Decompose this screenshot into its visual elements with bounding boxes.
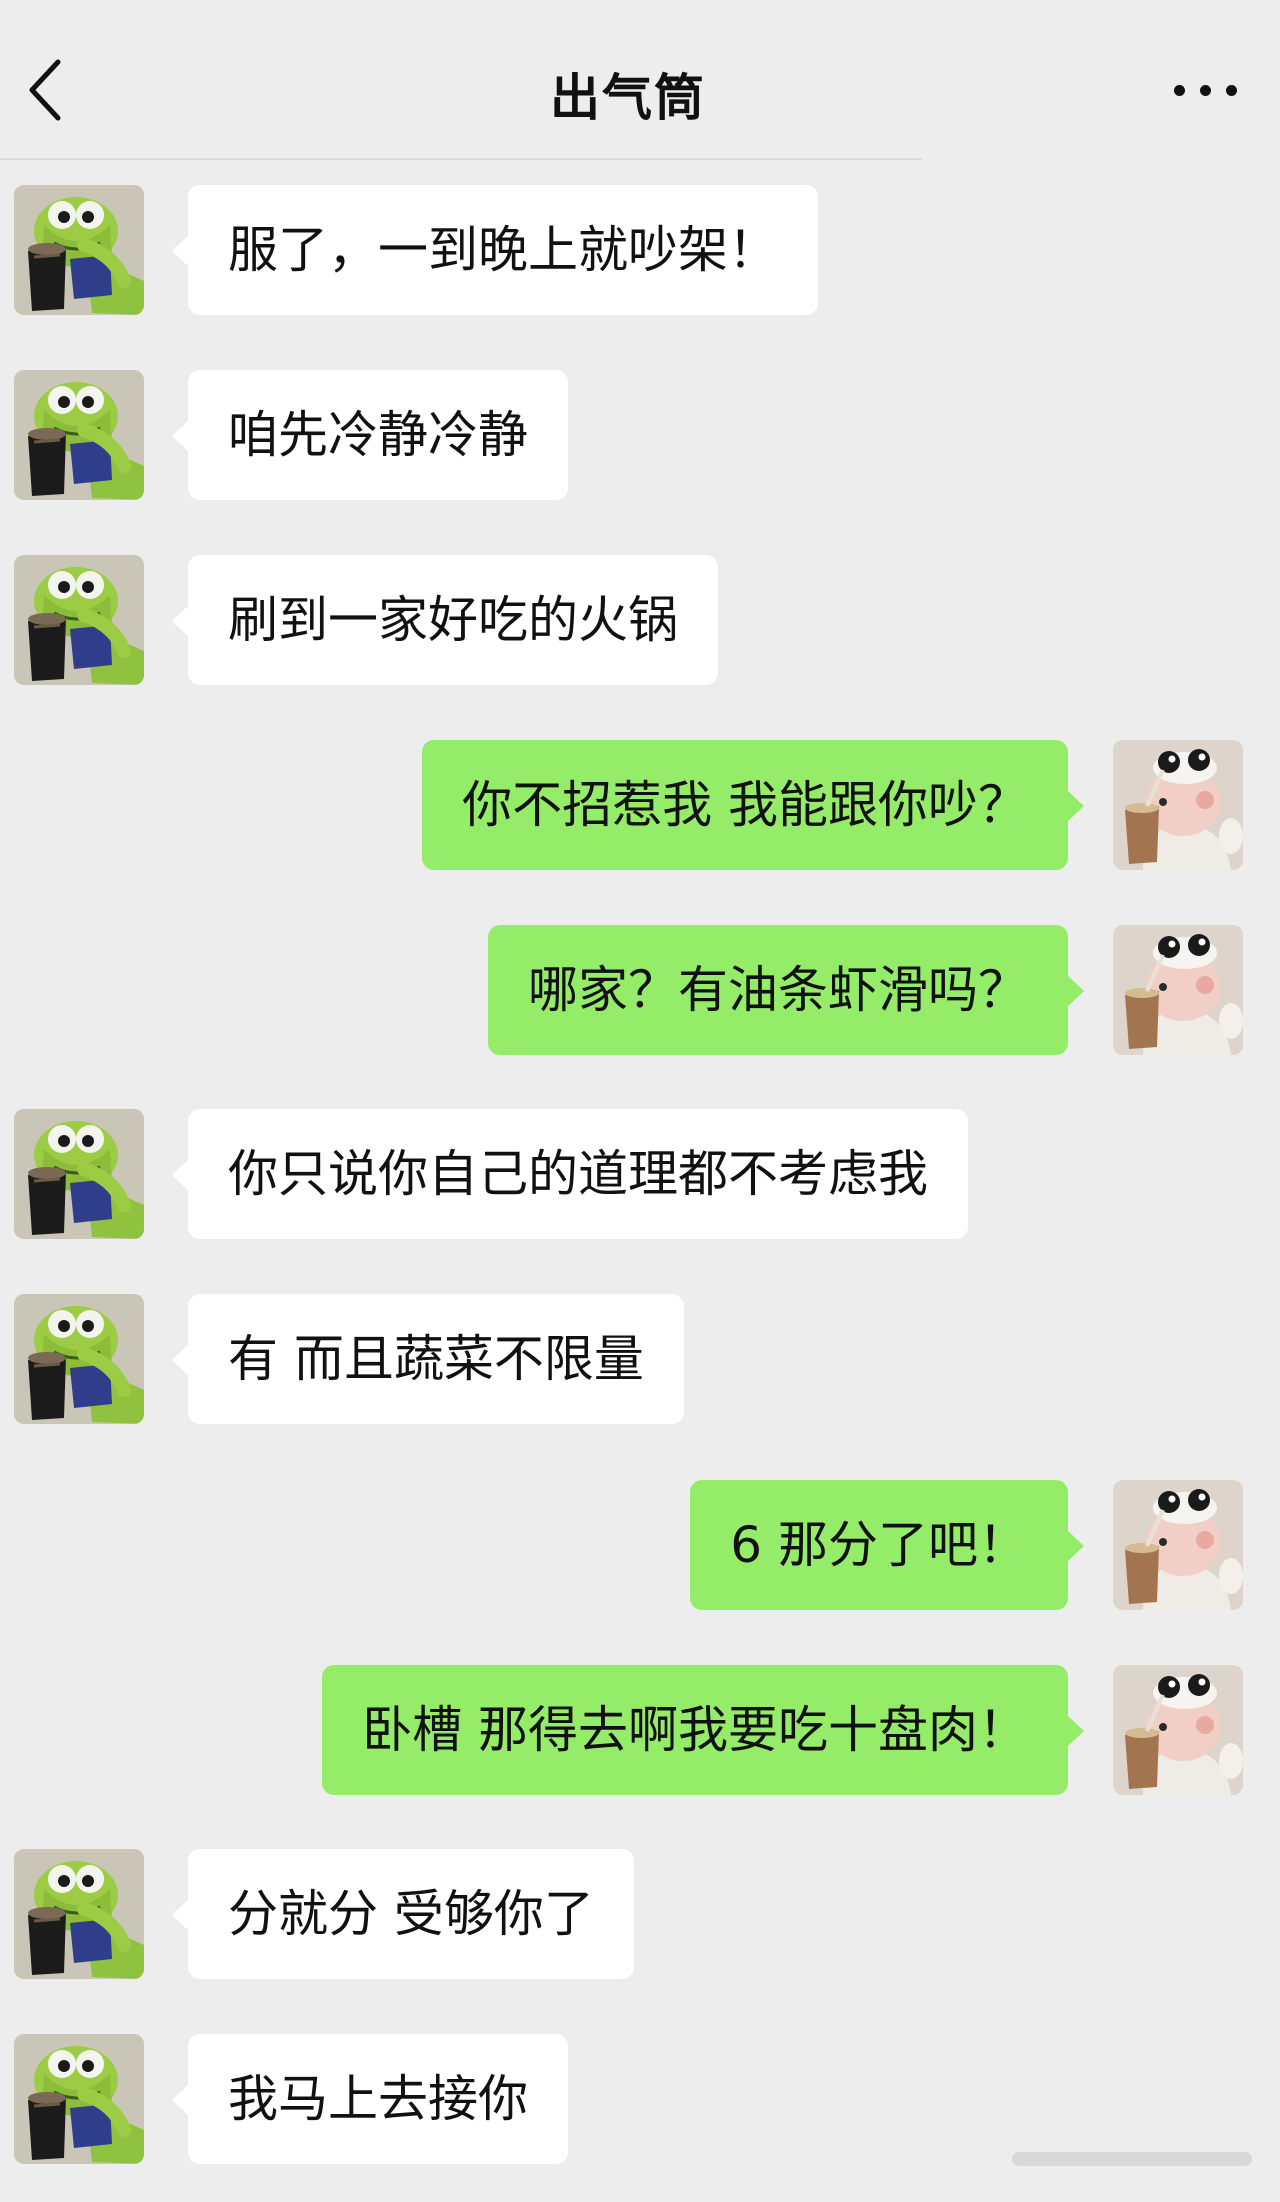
home-indicator bbox=[1012, 2152, 1252, 2166]
contact-avatar[interactable] bbox=[14, 1109, 144, 1239]
more-dots-icon bbox=[1174, 85, 1185, 96]
contact-avatar[interactable] bbox=[14, 2034, 144, 2164]
message-row: 你只说你自己的道理都不考虑我 bbox=[0, 1109, 1280, 1239]
contact-avatar[interactable] bbox=[14, 555, 144, 685]
chat-title: 出气筒 bbox=[550, 69, 706, 127]
contact-avatar[interactable] bbox=[14, 1849, 144, 1979]
message-row: 卧槽 那得去啊我要吃十盘肉！ bbox=[0, 1665, 1280, 1795]
self-avatar[interactable] bbox=[1113, 1480, 1243, 1610]
chat-header: 出气筒 bbox=[0, 0, 1280, 160]
self-avatar[interactable] bbox=[1113, 740, 1243, 870]
message-row: 有 而且蔬菜不限量 bbox=[0, 1294, 1280, 1424]
received-message-bubble[interactable]: 刷到一家好吃的火锅 bbox=[172, 555, 718, 685]
message-row: 服了，一到晚上就吵架！ bbox=[0, 185, 1280, 315]
received-message-bubble[interactable]: 我马上去接你 bbox=[172, 2034, 568, 2164]
message-row: 咱先冷静冷静 bbox=[0, 370, 1280, 500]
message-row: 6 那分了吧！ bbox=[0, 1480, 1280, 1610]
contact-avatar[interactable] bbox=[14, 185, 144, 315]
received-message-bubble[interactable]: 咱先冷静冷静 bbox=[172, 370, 568, 500]
message-row: 哪家？有油条虾滑吗？ bbox=[0, 925, 1280, 1055]
sent-message-bubble[interactable]: 6 那分了吧！ bbox=[690, 1480, 1084, 1610]
message-row: 你不招惹我 我能跟你吵？ bbox=[0, 740, 1280, 870]
header-divider bbox=[0, 158, 922, 160]
self-avatar[interactable] bbox=[1113, 925, 1243, 1055]
message-row: 刷到一家好吃的火锅 bbox=[0, 555, 1280, 685]
sent-message-bubble[interactable]: 卧槽 那得去啊我要吃十盘肉！ bbox=[322, 1665, 1084, 1795]
self-avatar[interactable] bbox=[1113, 1665, 1243, 1795]
received-message-bubble[interactable]: 服了，一到晚上就吵架！ bbox=[172, 185, 818, 315]
received-message-bubble[interactable]: 有 而且蔬菜不限量 bbox=[172, 1294, 684, 1424]
message-row: 分就分 受够你了 bbox=[0, 1849, 1280, 1979]
more-options-button[interactable] bbox=[1170, 70, 1242, 110]
received-message-bubble[interactable]: 你只说你自己的道理都不考虑我 bbox=[172, 1109, 968, 1239]
message-row: 我马上去接你 bbox=[0, 2034, 1280, 2164]
contact-avatar[interactable] bbox=[14, 1294, 144, 1424]
sent-message-bubble[interactable]: 哪家？有油条虾滑吗？ bbox=[488, 925, 1084, 1055]
contact-avatar[interactable] bbox=[14, 370, 144, 500]
received-message-bubble[interactable]: 分就分 受够你了 bbox=[172, 1849, 634, 1979]
sent-message-bubble[interactable]: 你不招惹我 我能跟你吵？ bbox=[422, 740, 1084, 870]
